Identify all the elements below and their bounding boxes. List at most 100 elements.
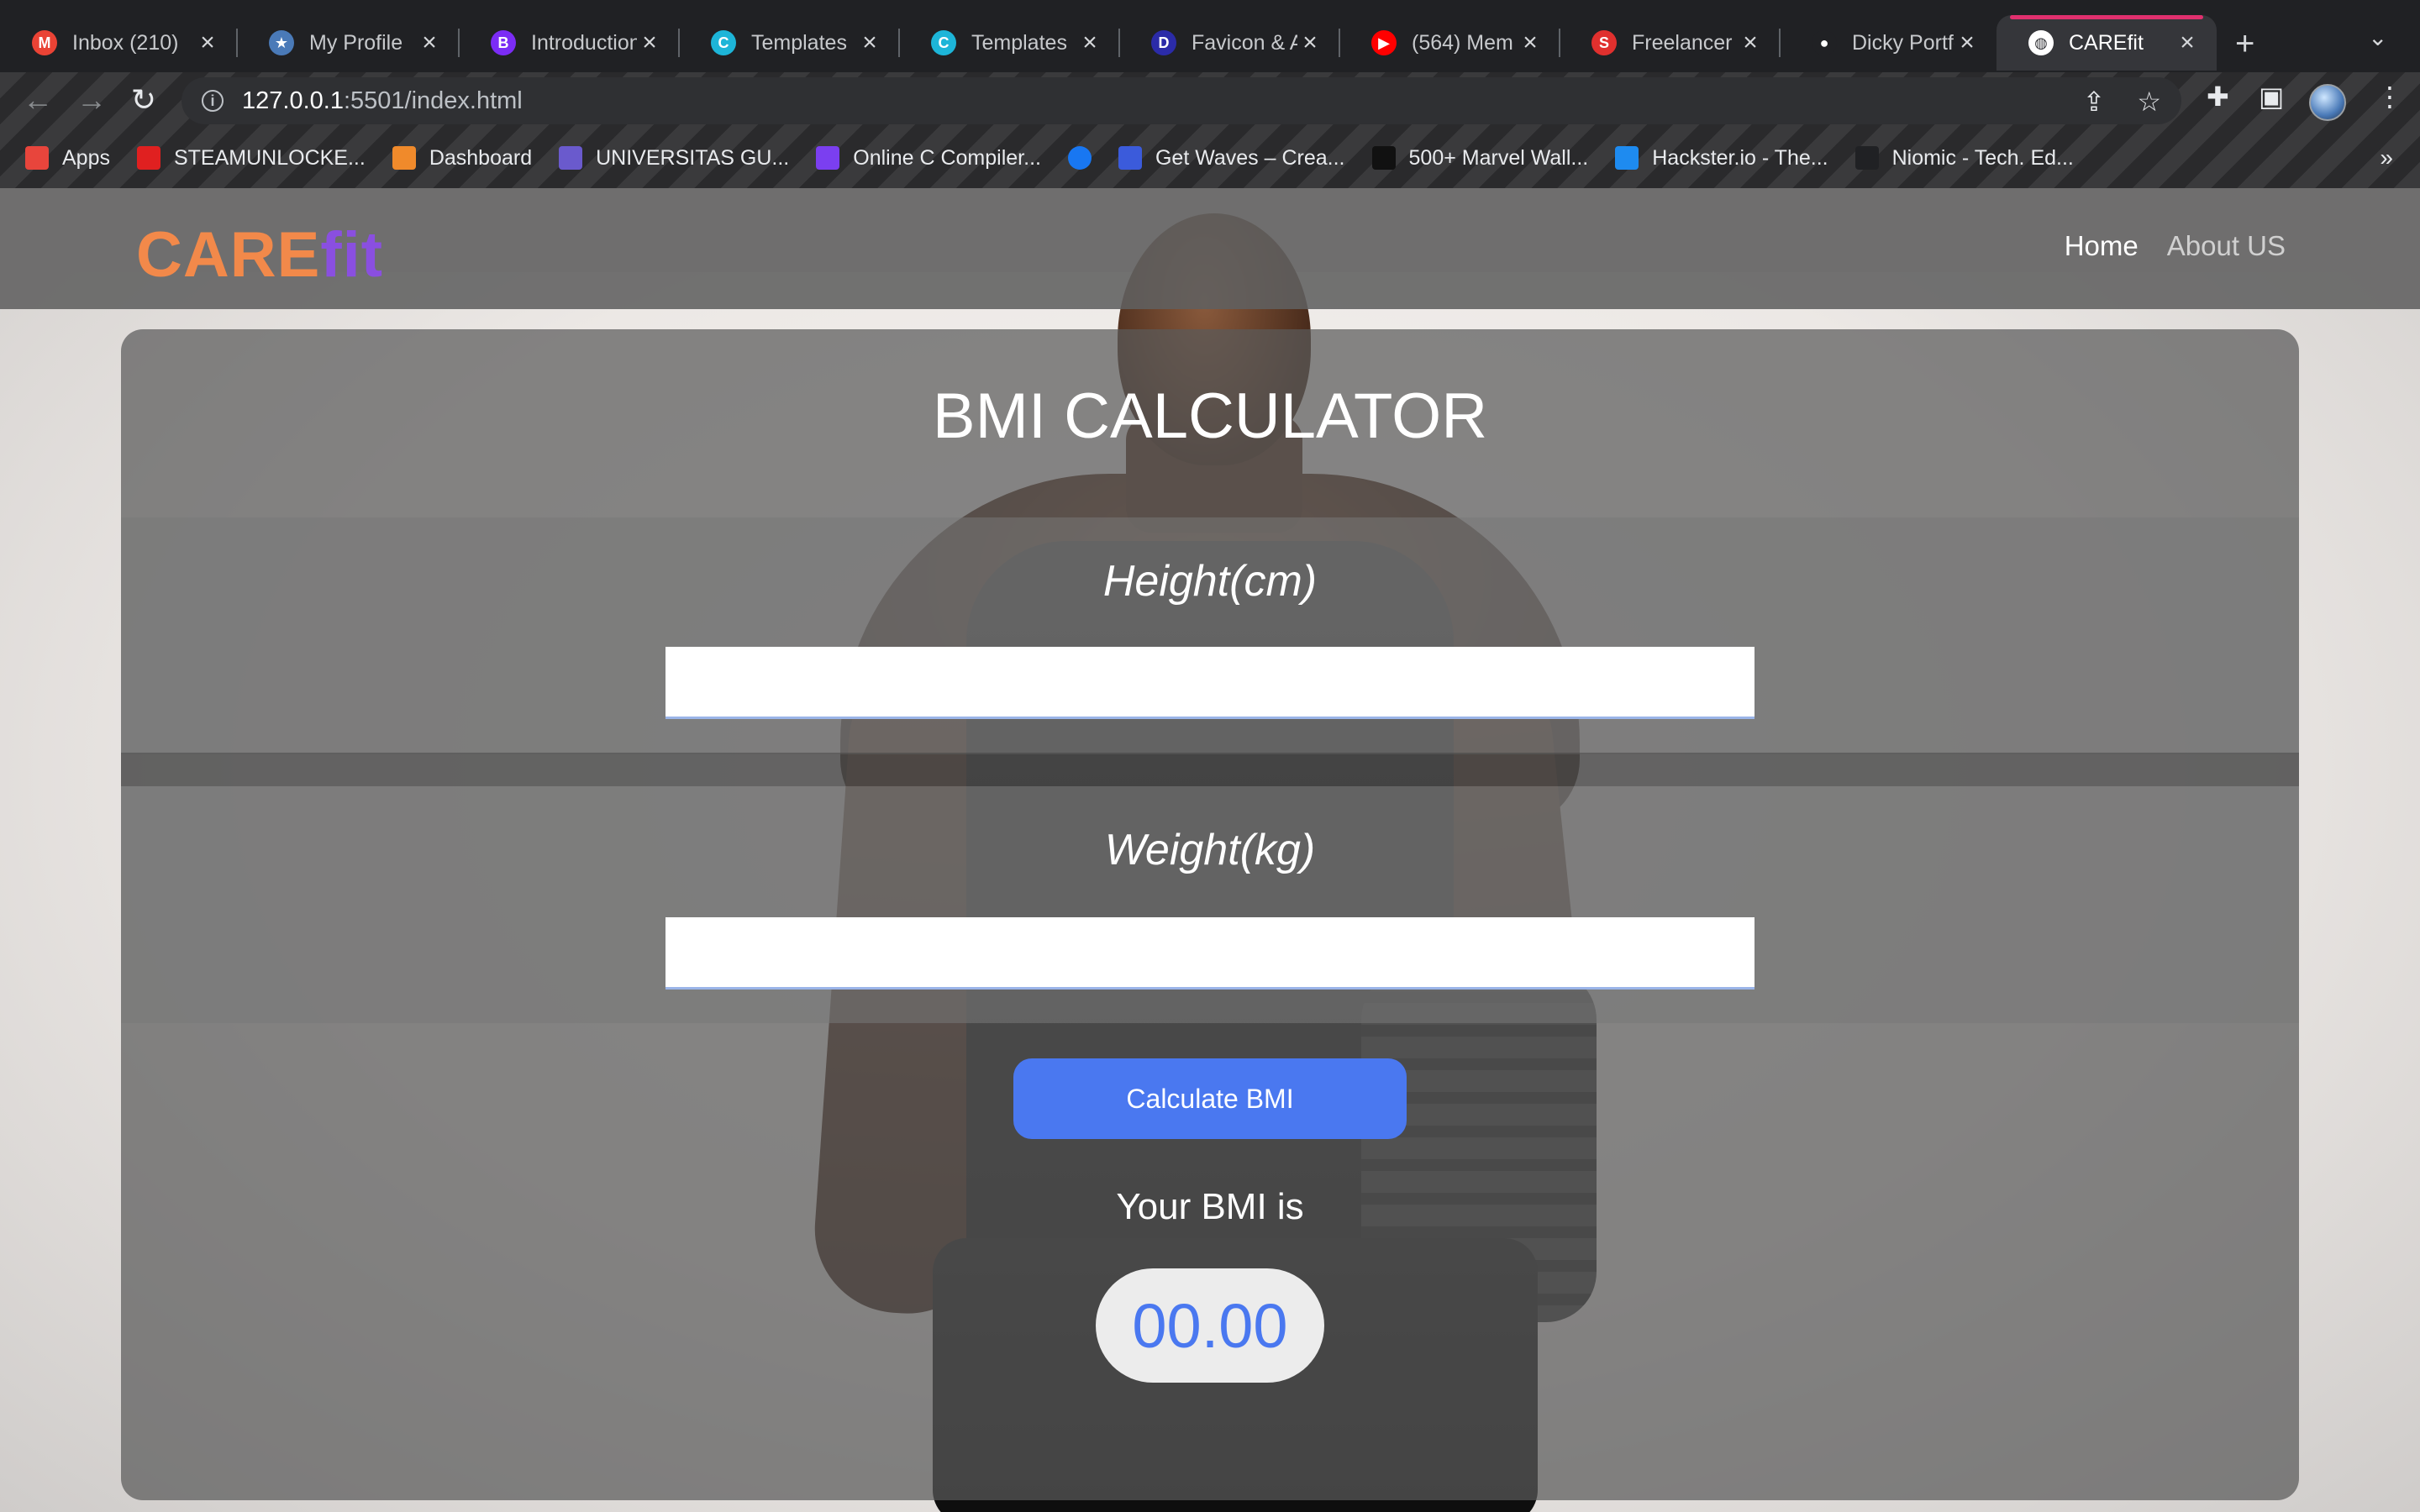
site-info-icon[interactable]: i — [202, 90, 224, 112]
browser-tab[interactable]: M Inbox (210) × — [0, 15, 237, 71]
browser-tab[interactable]: D Favicon & A × — [1119, 15, 1339, 71]
bootstrap-icon: B — [491, 30, 516, 55]
tab-title: Favicon & A — [1192, 30, 1297, 55]
browser-tab[interactable]: ▶ (564) Mem × — [1339, 15, 1560, 71]
bookmark-label: Dashboard — [429, 145, 533, 170]
reload-icon[interactable]: ↻ — [123, 79, 165, 121]
tab-title: Inbox (210) — [72, 30, 179, 55]
github-icon: ● — [1812, 30, 1837, 55]
site-nav: Home About US — [2065, 230, 2286, 262]
tab-search-icon[interactable]: ⌄ — [2368, 24, 2387, 51]
bookmark-label: Apps — [62, 145, 110, 170]
bookmark-item[interactable]: Niomic - Tech. Ed... — [1854, 145, 2074, 171]
bookmark-label: Online C Compiler... — [853, 145, 1041, 170]
gmail-icon: M — [32, 30, 57, 55]
share-icon[interactable]: ⇪ — [2083, 86, 2106, 118]
logo-care: CARE — [136, 219, 321, 291]
browser-tab[interactable]: ★ My Profile × — [237, 15, 459, 71]
bookmarks-bar: Apps STEAMUNLOCKE... Dashboard UNIVERSITAS … — [0, 134, 2420, 181]
carefit-logo[interactable]: CAREfit — [136, 218, 383, 291]
browser-tab[interactable]: ● Dicky Portfo × — [1780, 15, 1996, 71]
height-label: Height(cm) — [1102, 557, 1318, 606]
bookmark-item[interactable] — [1067, 146, 1092, 170]
bookmark-label: Niomic - Tech. Ed... — [1891, 145, 2074, 170]
tab-title: Templates — [751, 30, 847, 55]
browser-tabstrip: M Inbox (210) × ★ My Profile × B Introduction × C… — [0, 0, 2420, 72]
bookmark-label: Get Waves – Crea... — [1155, 145, 1345, 170]
bmi-result-value: 00.00 — [1096, 1268, 1324, 1383]
close-tab-icon[interactable]: × — [1077, 29, 1102, 57]
weight-input[interactable] — [666, 917, 1754, 990]
tab-title: Freelancer — [1632, 30, 1733, 55]
university-seal-icon — [559, 146, 583, 170]
niomic-icon — [1854, 146, 1879, 170]
browser-tab[interactable]: B Introduction × — [459, 15, 679, 71]
hackster-icon — [1615, 146, 1639, 170]
close-tab-icon[interactable]: × — [195, 29, 220, 57]
site-header: CAREfit Home About US — [0, 188, 2420, 309]
calculate-bmi-button[interactable]: Calculate BMI — [1013, 1058, 1407, 1139]
calculator-title: BMI CALCULATOR — [932, 381, 1488, 452]
waves-icon — [1118, 146, 1142, 170]
steam-unlocked-icon — [136, 146, 160, 170]
compiler-bolt-icon — [816, 146, 840, 170]
browser-tab[interactable]: C Templates × — [679, 15, 899, 71]
bookmark-item[interactable]: Hackster.io - The... — [1615, 146, 1828, 171]
dashboard-icon — [392, 146, 416, 170]
tab-title: Dicky Portfo — [1852, 30, 1954, 55]
url-host: 127.0.0.1 — [242, 87, 344, 114]
apps-grid-icon — [25, 146, 49, 170]
close-tab-icon[interactable]: × — [1518, 29, 1543, 57]
close-tab-icon[interactable]: × — [2175, 29, 2200, 57]
bookmarks-overflow-icon[interactable]: » — [2380, 144, 2393, 171]
marvel-icon — [1371, 146, 1396, 170]
weight-label: Weight(kg) — [1104, 826, 1316, 874]
close-tab-icon[interactable]: × — [637, 29, 662, 57]
tab-title: Introduction — [531, 30, 637, 55]
bookmark-item[interactable]: UNIVERSITAS GU... — [559, 146, 789, 171]
bookmark-label: UNIVERSITAS GU... — [596, 145, 790, 170]
back-arrow-icon[interactable]: ← — [17, 79, 59, 121]
bookmark-item[interactable]: Apps — [25, 146, 110, 171]
new-tab-button[interactable]: + — [2235, 25, 2254, 63]
bookmark-item[interactable]: Online C Compiler... — [816, 146, 1041, 171]
browser-toolbar: ← → ↻ i 127.0.0.1:5501/index.html ⇪ ☆ ✚ … — [0, 72, 2420, 188]
profile-star-icon: ★ — [269, 30, 294, 55]
forward-arrow-icon[interactable]: → — [71, 79, 113, 121]
youtube-icon: ▶ — [1371, 30, 1397, 55]
reading-list-icon[interactable]: ▣ — [2259, 81, 2284, 113]
page-viewport: CAREfit Home About US BMI CALCULATOR Hei… — [0, 188, 2420, 1512]
freelancer-s-icon: S — [1591, 30, 1617, 55]
bookmark-item[interactable]: STEAMUNLOCKE... — [136, 145, 366, 171]
close-tab-icon[interactable]: × — [1297, 29, 1323, 57]
bmi-result-label: Your BMI is — [1116, 1186, 1304, 1227]
browser-tab[interactable]: ◍ CAREfit × — [1996, 15, 2217, 71]
address-bar[interactable]: i 127.0.0.1:5501/index.html ⇪ ☆ — [182, 77, 2181, 124]
bookmark-item[interactable]: Dashboard — [392, 146, 532, 171]
nav-home-link[interactable]: Home — [2065, 230, 2139, 262]
menu-kebab-icon[interactable]: ⋮ — [2376, 81, 2403, 113]
close-tab-icon[interactable]: × — [417, 29, 442, 57]
bookmark-label: STEAMUNLOCKE... — [173, 145, 366, 170]
nav-about-link[interactable]: About US — [2167, 230, 2286, 262]
bookmark-label: 500+ Marvel Wall... — [1408, 145, 1589, 170]
browser-tab[interactable]: S Freelancer × — [1560, 15, 1780, 71]
tab-title: CAREfit — [2069, 30, 2144, 55]
url-path: :5501/index.html — [343, 87, 523, 114]
bookmark-item[interactable]: 500+ Marvel Wall... — [1371, 145, 1589, 171]
bookmark-star-icon[interactable]: ☆ — [2137, 86, 2161, 118]
close-tab-icon[interactable]: × — [857, 29, 882, 57]
favicon-generator-icon: D — [1151, 30, 1176, 55]
tab-title: Templates — [971, 30, 1067, 55]
close-tab-icon[interactable]: × — [1738, 29, 1763, 57]
profile-avatar[interactable] — [2309, 84, 2346, 121]
browser-tab[interactable]: C Templates × — [899, 15, 1119, 71]
section-divider — [121, 753, 2299, 786]
canva-icon: C — [711, 30, 736, 55]
bookmark-label: Hackster.io - The... — [1652, 145, 1828, 170]
height-input[interactable] — [666, 647, 1754, 719]
extensions-puzzle-icon[interactable]: ✚ — [2207, 81, 2229, 113]
close-tab-icon[interactable]: × — [1954, 29, 1980, 57]
bookmark-item[interactable]: Get Waves – Crea... — [1118, 146, 1345, 171]
bmi-calculator-card: BMI CALCULATOR Height(cm) Weight(kg) Cal… — [121, 329, 2299, 1500]
